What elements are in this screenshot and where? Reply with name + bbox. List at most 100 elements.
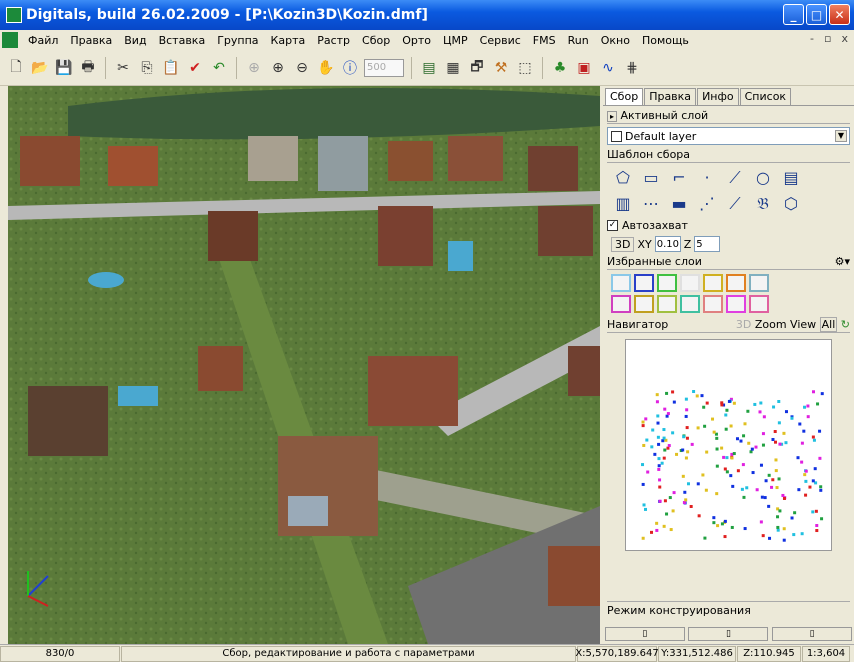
- print-icon[interactable]: 🖶: [78, 57, 98, 79]
- menu-window[interactable]: Окно: [595, 34, 636, 47]
- mdi-restore-button[interactable]: ▫: [824, 32, 831, 45]
- raster-icon[interactable]: ▣: [574, 57, 594, 79]
- tab-collect[interactable]: Сбор: [605, 88, 644, 105]
- fav-layer-swatch[interactable]: [611, 295, 631, 313]
- menu-help[interactable]: Помощь: [636, 34, 695, 47]
- 3d-toggle[interactable]: 3D: [611, 236, 635, 252]
- menu-service[interactable]: Сервис: [474, 34, 527, 47]
- tree-icon[interactable]: ♣: [550, 57, 570, 79]
- fav-layer-swatch[interactable]: [726, 295, 746, 313]
- xy-input[interactable]: [654, 236, 681, 252]
- pentagon-icon[interactable]: ⬠: [611, 167, 635, 189]
- pan-hand-icon[interactable]: ✋: [316, 57, 336, 79]
- tools-icon[interactable]: ⚒: [491, 57, 511, 79]
- settings-icon[interactable]: ⚙▾: [835, 255, 850, 268]
- zoom-out-icon[interactable]: ⊖: [292, 57, 312, 79]
- menu-raster[interactable]: Растр: [311, 34, 356, 47]
- close-button[interactable]: ✕: [829, 4, 850, 25]
- bar-icon[interactable]: ▬: [667, 193, 691, 215]
- menu-file[interactable]: Файл: [22, 34, 64, 47]
- panel-bottom-button-2[interactable]: ▯: [688, 627, 769, 641]
- dashes-icon[interactable]: ⋯: [639, 193, 663, 215]
- navigator-feature-mark: [761, 534, 765, 538]
- cut-icon[interactable]: ✂: [113, 57, 133, 79]
- navigator-3d[interactable]: 3D: [736, 318, 751, 331]
- navigator-feature-mark: [655, 521, 659, 525]
- chevron-down-icon[interactable]: ▼: [835, 130, 847, 142]
- tab-edit[interactable]: Правка: [644, 88, 697, 105]
- menu-view[interactable]: Вид: [118, 34, 152, 47]
- fav-layer-swatch[interactable]: [634, 274, 654, 292]
- point-icon[interactable]: ·: [695, 167, 719, 189]
- fence-icon[interactable]: ▥: [611, 193, 635, 215]
- check-icon[interactable]: ✔: [185, 57, 205, 79]
- menu-dem[interactable]: ЦМР: [437, 34, 474, 47]
- panel-bottom-button-3[interactable]: ▯: [772, 627, 853, 641]
- mdi-minimize-button[interactable]: -: [810, 32, 814, 45]
- z-input[interactable]: [694, 236, 721, 252]
- minimize-button[interactable]: _: [783, 4, 804, 25]
- fav-layer-swatch[interactable]: [657, 274, 677, 292]
- menu-ortho[interactable]: Орто: [396, 34, 437, 47]
- menu-run[interactable]: Run: [562, 34, 595, 47]
- building-icon[interactable]: 𝔅: [751, 193, 775, 215]
- curve-icon[interactable]: ∿: [598, 57, 618, 79]
- circle-icon[interactable]: ○: [751, 167, 775, 189]
- zoom-input[interactable]: 500: [364, 58, 404, 77]
- fav-layer-swatch[interactable]: [611, 274, 631, 292]
- fav-layer-swatch[interactable]: [680, 295, 700, 313]
- fav-layer-swatch[interactable]: [703, 274, 723, 292]
- rectangle-icon[interactable]: ▭: [639, 167, 663, 189]
- menu-edit[interactable]: Правка: [64, 34, 118, 47]
- tab-list[interactable]: Список: [739, 88, 792, 105]
- all-button[interactable]: All: [819, 317, 838, 332]
- fav-layer-swatch[interactable]: [680, 274, 700, 292]
- navigator-feature-mark: [725, 470, 729, 474]
- copy-icon[interactable]: ⎘: [137, 57, 157, 79]
- zoom-view-button[interactable]: Zoom View: [755, 318, 816, 331]
- table-icon[interactable]: ▦: [443, 57, 463, 79]
- fav-layer-swatch[interactable]: [726, 274, 746, 292]
- save-icon[interactable]: 💾: [54, 57, 74, 79]
- open-folder-icon[interactable]: 📂: [30, 57, 50, 79]
- navigator-feature-mark: [742, 434, 746, 438]
- polyline-icon[interactable]: ⌐: [667, 167, 691, 189]
- zoom-in-icon[interactable]: ⊕: [268, 57, 288, 79]
- active-layer-select[interactable]: Default layer ▼: [607, 127, 850, 145]
- menu-collect[interactable]: Сбор: [356, 34, 396, 47]
- fav-layer-swatch[interactable]: [634, 295, 654, 313]
- new-file-icon[interactable]: 🗋: [6, 57, 26, 79]
- mdi-close-button[interactable]: x: [841, 32, 848, 45]
- refresh-icon[interactable]: ↻: [841, 318, 850, 331]
- menu-map[interactable]: Карта: [265, 34, 312, 47]
- properties-icon[interactable]: 🗗: [467, 57, 487, 79]
- fav-layer-swatch[interactable]: [657, 295, 677, 313]
- grid-icon[interactable]: ⋕: [622, 57, 642, 79]
- undo-icon[interactable]: ↶: [209, 57, 229, 79]
- collapse-icon[interactable]: ▸: [607, 111, 618, 122]
- maximize-button[interactable]: □: [806, 4, 827, 25]
- navigator-feature-mark: [665, 512, 669, 516]
- paste-icon[interactable]: 📋: [161, 57, 181, 79]
- panel-bottom-button-1[interactable]: ▯: [604, 627, 685, 641]
- dotline-icon[interactable]: ⋰: [695, 193, 719, 215]
- line-icon[interactable]: ⟋: [723, 167, 747, 189]
- fav-layer-swatch[interactable]: [749, 274, 769, 292]
- select-tool-icon[interactable]: ⬚: [515, 57, 535, 79]
- autocapture-checkbox[interactable]: ✓: [607, 220, 618, 231]
- hatch-icon[interactable]: ▤: [779, 167, 803, 189]
- crosshair-icon[interactable]: ⊕: [244, 57, 264, 79]
- map-view[interactable]: [8, 86, 600, 644]
- tab-info[interactable]: Инфо: [697, 88, 739, 105]
- menu-fms[interactable]: FMS: [527, 34, 562, 47]
- info-icon[interactable]: ⓘ: [340, 57, 360, 79]
- navigator-overview[interactable]: [625, 339, 832, 551]
- fav-layer-swatch[interactable]: [703, 295, 723, 313]
- menu-group[interactable]: Группа: [211, 34, 264, 47]
- cube-icon[interactable]: ⬡: [779, 193, 803, 215]
- layers-icon[interactable]: ▤: [419, 57, 439, 79]
- layer-checkbox[interactable]: [611, 130, 622, 142]
- menu-insert[interactable]: Вставка: [153, 34, 212, 47]
- fav-layer-swatch[interactable]: [749, 295, 769, 313]
- segment-icon[interactable]: ⟋: [723, 193, 747, 215]
